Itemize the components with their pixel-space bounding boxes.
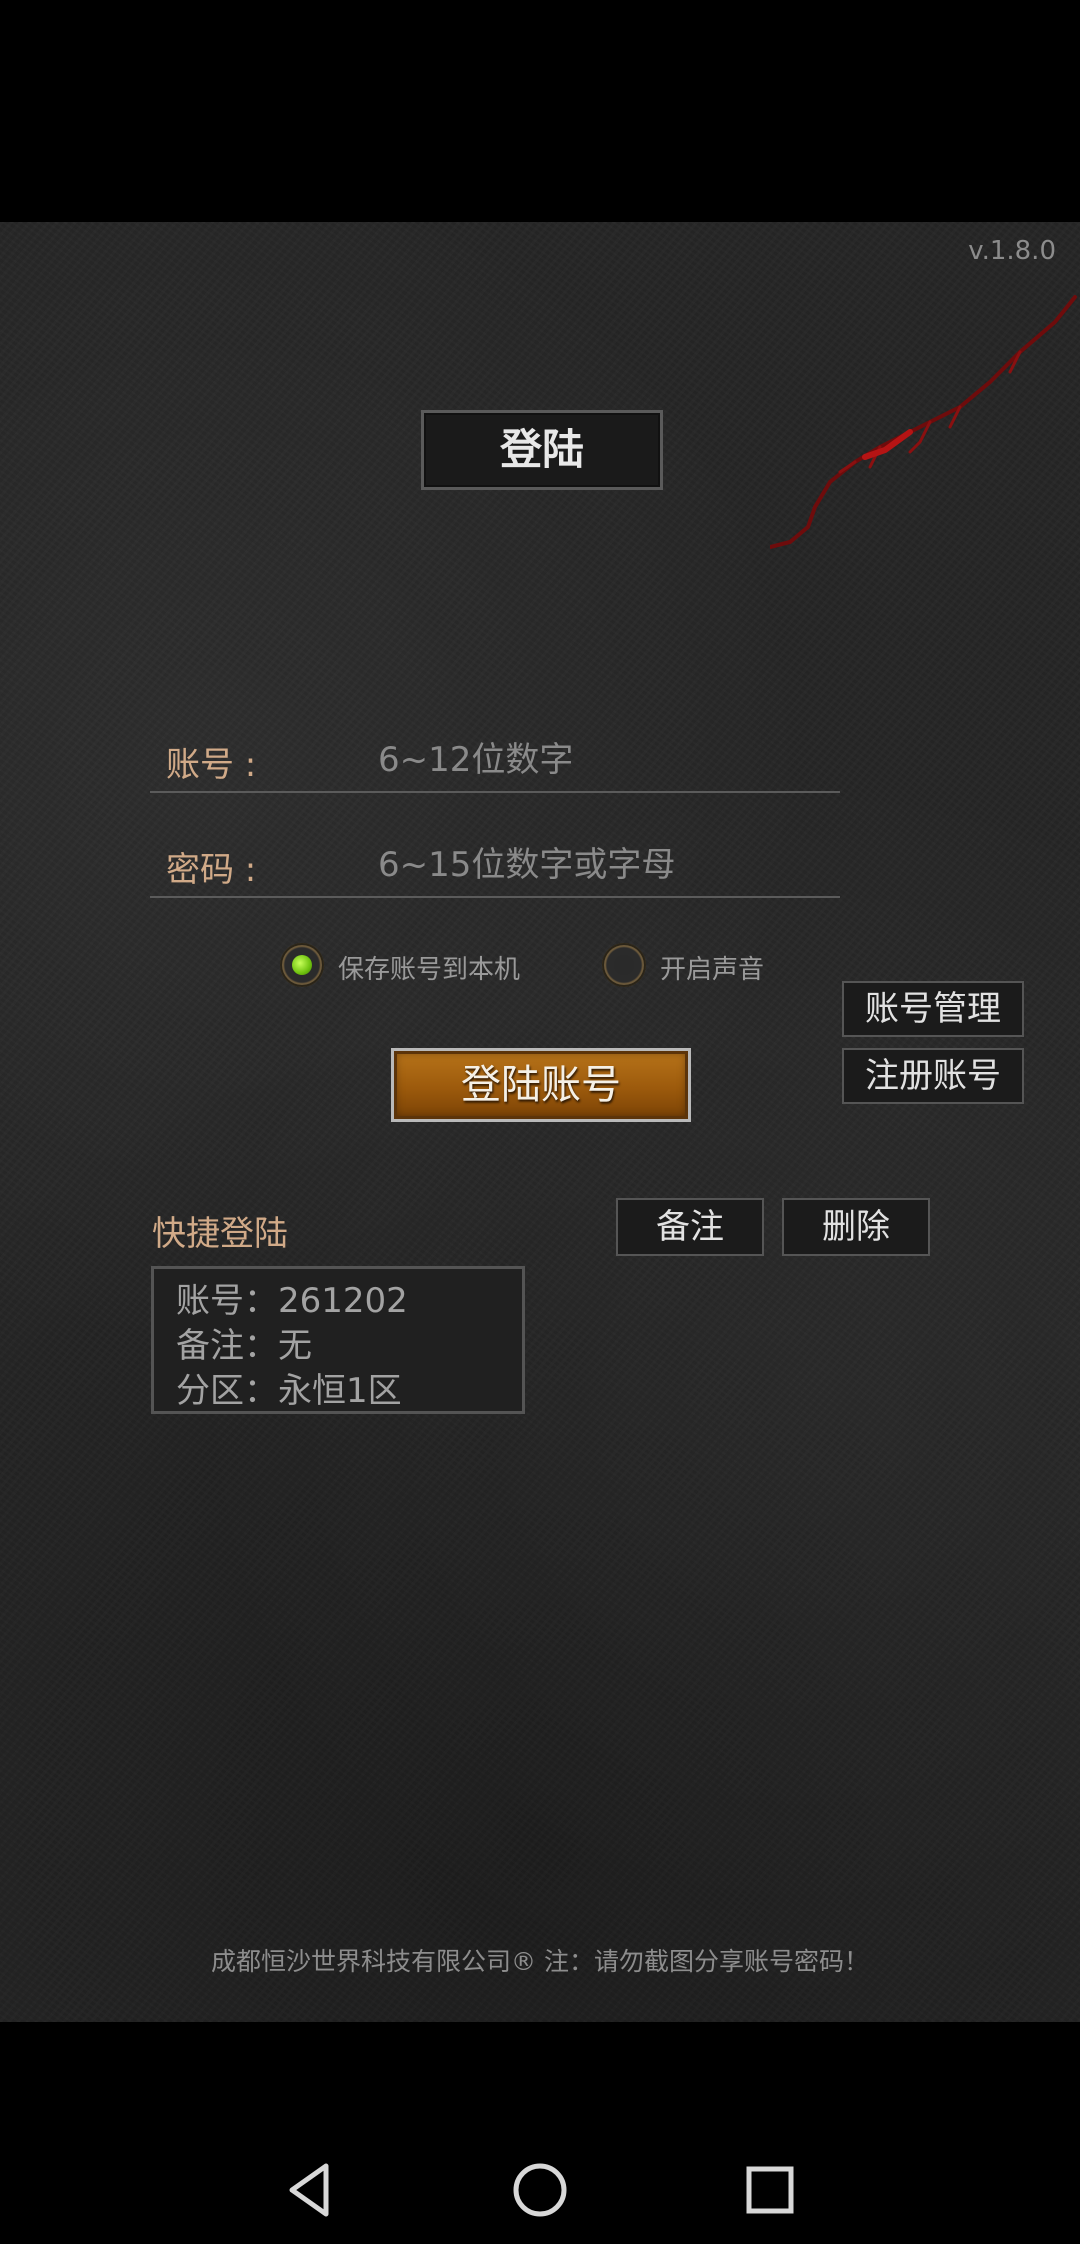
note-button[interactable]: 备注 <box>616 1198 764 1256</box>
login-button[interactable]: 登陆账号 <box>391 1048 691 1122</box>
password-label: 密码 : <box>166 850 257 890</box>
password-field-row: 密码 : <box>150 840 840 898</box>
radio-selected-icon <box>292 955 312 975</box>
screen: v.1.8.0 登陆 账号 : 密码 : 保存账号到本机 开启声音 账号管理 注… <box>0 0 1080 2244</box>
blood-crack-decoration <box>770 295 1077 549</box>
footer-notice: 成都恒沙世界科技有限公司® 注：请勿截图分享账号密码！ <box>211 1947 869 1976</box>
entry-note: 备注：无 <box>176 1326 312 1366</box>
quick-login-title: 快捷登陆 <box>152 1214 288 1254</box>
home-icon[interactable] <box>510 2160 570 2220</box>
account-input[interactable] <box>378 735 818 785</box>
version-label: v.1.8.0 <box>968 236 1056 266</box>
recents-icon[interactable] <box>740 2160 800 2220</box>
entry-account: 账号：261202 <box>176 1281 408 1321</box>
register-button[interactable]: 注册账号 <box>842 1048 1024 1104</box>
entry-zone: 分区：永恒1区 <box>176 1371 402 1411</box>
quick-login-entry[interactable]: 账号：261202 备注：无 分区：永恒1区 <box>151 1266 525 1414</box>
radio-unselected-icon <box>614 955 634 975</box>
save-account-label: 保存账号到本机 <box>338 955 521 985</box>
page-title: 登陆 <box>421 410 663 490</box>
system-nav-bar <box>0 2022 1080 2244</box>
account-manage-button[interactable]: 账号管理 <box>842 981 1024 1037</box>
account-field-row: 账号 : <box>150 735 840 793</box>
sound-label: 开启声音 <box>660 955 765 985</box>
password-input[interactable] <box>378 840 818 890</box>
delete-button[interactable]: 删除 <box>782 1198 930 1256</box>
back-icon[interactable] <box>280 2160 340 2220</box>
login-screen: v.1.8.0 登陆 账号 : 密码 : 保存账号到本机 开启声音 账号管理 注… <box>0 222 1080 2022</box>
sound-radio[interactable] <box>602 943 646 987</box>
save-account-radio[interactable] <box>280 943 324 987</box>
account-label: 账号 : <box>166 745 257 785</box>
